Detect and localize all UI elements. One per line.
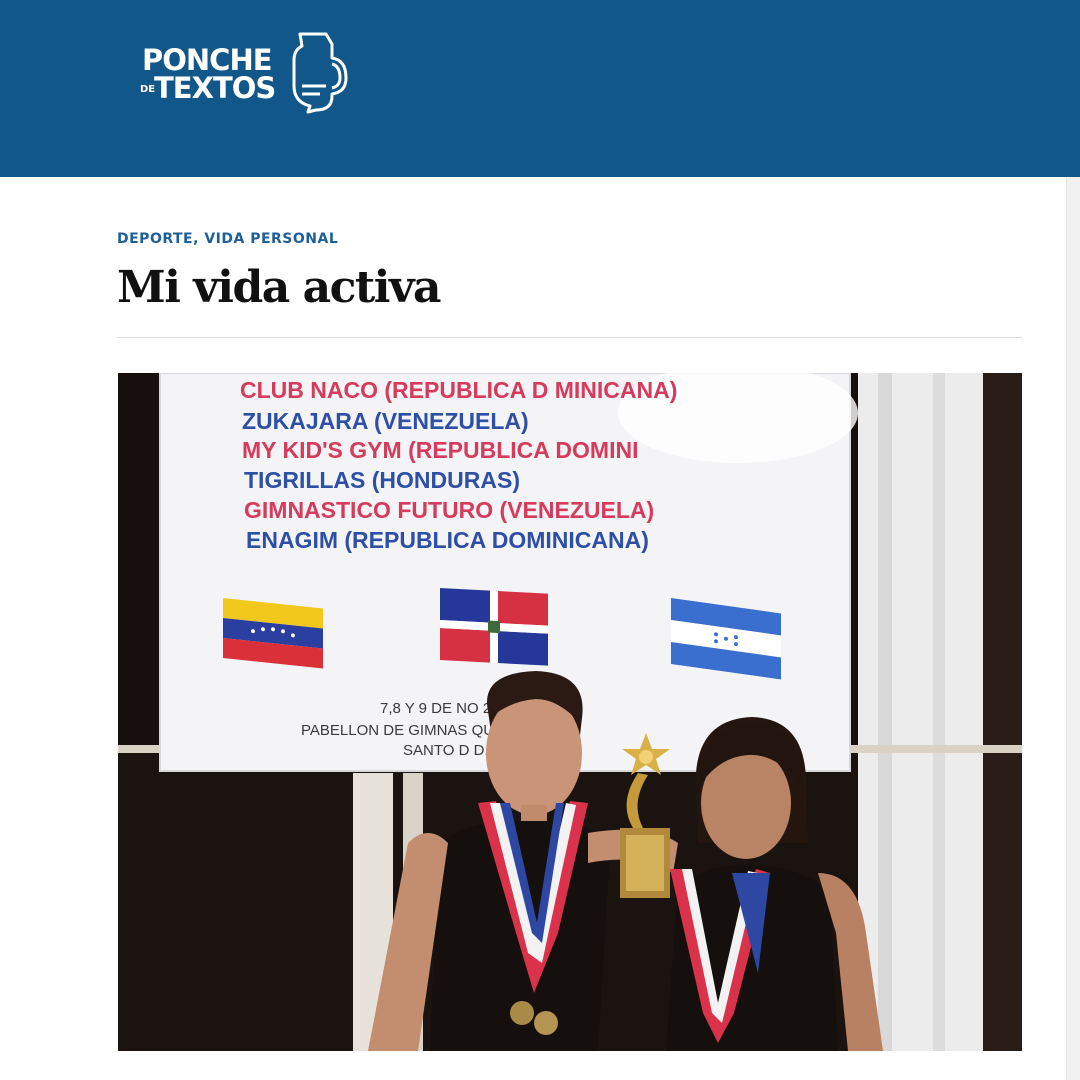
banner-line-1: CLUB NACO (REPUBLICA D MINICANA) [240,377,677,403]
page-scrollbar[interactable] [1066,177,1080,1080]
article-categories: DEPORTE, VIDA PERSONAL [117,231,338,247]
logo-text-textos: TEXTOS [154,71,276,105]
banner-line-4: TIGRILLAS (HONDURAS) [244,467,520,493]
category-link-deporte[interactable]: DEPORTE [117,231,193,247]
category-link-vida-personal[interactable]: VIDA PERSONAL [204,231,338,247]
pitcher-speech-bubble-icon [292,32,348,114]
dominican-republic-flag [440,588,548,666]
logo-text-de: DE [140,84,156,95]
featured-photo: CLUB NACO (REPUBLICA D MINICANA) ZUKAJAR… [118,373,1022,1051]
article-title: Mi vida activa [117,262,442,313]
banner-line-5: GIMNASTICO FUTURO (VENEZUELA) [244,497,654,523]
category-separator: , [193,231,205,247]
banner-line-3: MY KID'S GYM (REPUBLICA DOMINI [242,437,638,463]
featured-photo-scene: CLUB NACO (REPUBLICA D MINICANA) ZUKAJAR… [118,373,1022,1051]
banner-line-6: ENAGIM (REPUBLICA DOMINICANA) [246,527,649,553]
white-door [858,373,983,1051]
site-logo[interactable]: PONCHE DE TEXTOS [140,30,355,120]
site-header: PONCHE DE TEXTOS [0,0,1080,177]
banner-line-2: ZUKAJARA (VENEZUELA) [242,408,529,434]
title-divider [117,337,1022,338]
venezuela-flag [223,598,323,669]
banner-city: SANTO D D. [403,742,489,759]
